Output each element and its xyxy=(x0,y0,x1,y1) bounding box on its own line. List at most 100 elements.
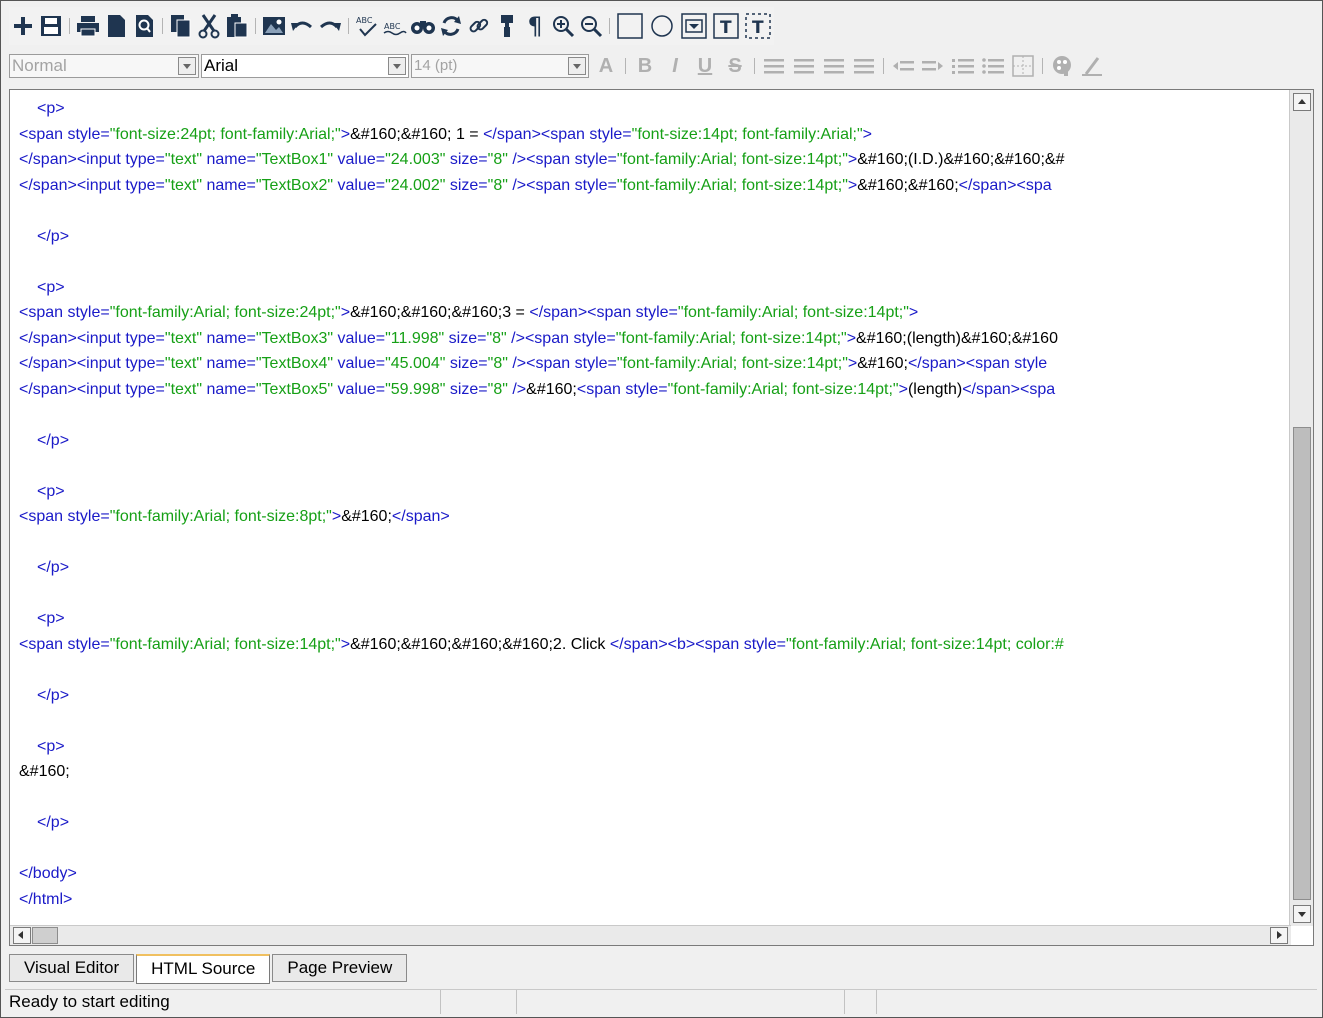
code-token: size= xyxy=(445,380,488,398)
cut-icon[interactable] xyxy=(195,11,223,41)
code-token: "font-family:Arial; font-size:14pt;" xyxy=(616,176,848,194)
strikethrough-button[interactable]: S xyxy=(720,52,750,80)
underline-label: U xyxy=(697,54,713,77)
code-token: </span><b><span xyxy=(609,635,744,653)
background-color-icon[interactable] xyxy=(1047,52,1077,80)
code-token: size= xyxy=(444,329,487,347)
insert-text-field-icon[interactable]: T xyxy=(710,11,742,41)
spell-check-alt-icon[interactable]: ABC xyxy=(381,11,409,41)
new-icon[interactable] xyxy=(9,11,37,41)
insert-text-field-dashed-icon[interactable]: T xyxy=(742,11,774,41)
save-icon[interactable] xyxy=(37,11,65,41)
source-code-area[interactable]: <p> <span style="font-size:24pt; font-fam… xyxy=(19,96,1289,926)
copy-icon[interactable] xyxy=(167,11,195,41)
underline-button[interactable]: U xyxy=(690,52,720,80)
align-center-icon[interactable] xyxy=(789,52,819,80)
code-token: value= xyxy=(333,380,386,398)
code-token: "8" xyxy=(487,151,508,168)
code-token: "8" xyxy=(487,176,508,194)
code-token: </span><input xyxy=(19,151,126,168)
scroll-right-icon[interactable] xyxy=(1270,927,1288,944)
code-line: </span><input type="text" name="TextBox2… xyxy=(19,173,1289,199)
chevron-down-icon[interactable] xyxy=(568,57,586,75)
zoom-out-icon[interactable] xyxy=(577,11,605,41)
zoom-in-icon[interactable] xyxy=(549,11,577,41)
highlight-pen-icon[interactable] xyxy=(1077,52,1107,80)
code-token: size= xyxy=(445,151,488,168)
font-color-button[interactable]: A xyxy=(591,52,621,80)
scroll-down-icon[interactable] xyxy=(1293,905,1311,923)
print-preview-icon[interactable] xyxy=(130,11,158,41)
font-select[interactable]: Arial xyxy=(201,54,409,78)
horizontal-scroll-thumb[interactable] xyxy=(32,927,58,944)
paste-icon[interactable] xyxy=(223,11,251,41)
code-token: &#160;&#160;&#160;3 = xyxy=(350,304,530,321)
link-icon[interactable] xyxy=(465,11,493,41)
numbered-list-icon[interactable] xyxy=(948,52,978,80)
code-token: value= xyxy=(333,329,386,347)
code-token: style= xyxy=(67,635,110,653)
redo-icon[interactable] xyxy=(316,11,344,41)
paragraph-marks-icon[interactable]: ¶ xyxy=(521,11,549,41)
replace-icon[interactable] xyxy=(437,11,465,41)
scroll-left-icon[interactable] xyxy=(13,927,31,944)
font-size-select[interactable]: 14 (pt) xyxy=(411,54,589,78)
main-toolbar: ABC ABC ¶ T T xyxy=(9,7,774,45)
insert-textbox-icon[interactable] xyxy=(614,11,646,41)
insert-image-icon[interactable] xyxy=(260,11,288,41)
code-token: > xyxy=(340,304,351,321)
code-token: "TextBox5" xyxy=(255,380,334,398)
insert-table-icon[interactable] xyxy=(1008,52,1038,80)
code-line: <p> xyxy=(19,479,1289,505)
vertical-scroll-thumb[interactable] xyxy=(1293,427,1311,900)
code-token: </span><span xyxy=(529,304,636,321)
code-token: > xyxy=(340,635,351,653)
italic-button[interactable]: I xyxy=(660,52,690,80)
chevron-down-icon[interactable] xyxy=(178,57,196,75)
code-line: </p> xyxy=(19,555,1289,581)
code-token: </p> xyxy=(37,431,70,449)
align-justify-icon[interactable] xyxy=(849,52,879,80)
style-select[interactable]: Normal xyxy=(9,54,199,78)
horizontal-scrollbar[interactable] xyxy=(10,925,1291,945)
tab-html-source[interactable]: HTML Source xyxy=(136,954,271,984)
code-token: </p> xyxy=(37,559,70,576)
insert-radio-icon[interactable] xyxy=(646,11,678,41)
tab-visual-editor[interactable]: Visual Editor xyxy=(9,954,135,982)
scroll-up-icon[interactable] xyxy=(1293,93,1311,111)
chevron-down-icon[interactable] xyxy=(388,57,406,75)
tab-label: Visual Editor xyxy=(24,958,120,977)
code-token: <span xyxy=(19,125,68,143)
code-token: "TextBox3" xyxy=(255,329,334,347)
indent-icon[interactable] xyxy=(918,52,948,80)
code-line: <p> xyxy=(19,734,1289,760)
insert-dropdown-icon[interactable] xyxy=(678,11,710,41)
outdent-icon[interactable] xyxy=(888,52,918,80)
format-painter-icon[interactable] xyxy=(493,11,521,41)
tab-label: Page Preview xyxy=(287,958,393,977)
undo-icon[interactable] xyxy=(288,11,316,41)
code-token: /><span xyxy=(507,151,575,168)
vertical-scrollbar[interactable] xyxy=(1289,90,1313,926)
tab-page-preview[interactable]: Page Preview xyxy=(272,954,408,982)
align-left-icon[interactable] xyxy=(759,52,789,80)
code-token: > xyxy=(847,176,858,194)
bullet-list-icon[interactable] xyxy=(978,52,1008,80)
spell-check-icon[interactable]: ABC xyxy=(353,11,381,41)
html-source-editor[interactable]: <p> <span style="font-size:24pt; font-fam… xyxy=(9,89,1314,946)
code-token: "TextBox2" xyxy=(255,176,334,194)
print-icon[interactable] xyxy=(74,11,102,41)
code-token: "24.003" xyxy=(385,151,446,168)
code-token: "font-family:Arial; font-size:14pt;" xyxy=(616,151,848,168)
font-select-value: Arial xyxy=(204,56,239,75)
toolbar-separator xyxy=(348,18,349,34)
code-token: (length) xyxy=(907,380,963,398)
new-page-icon[interactable] xyxy=(102,11,130,41)
find-binoculars-icon[interactable] xyxy=(409,11,437,41)
bold-button[interactable]: B xyxy=(630,52,660,80)
bold-label: B xyxy=(637,54,653,77)
align-right-icon[interactable] xyxy=(819,52,849,80)
code-line: &#160; xyxy=(19,759,1289,785)
